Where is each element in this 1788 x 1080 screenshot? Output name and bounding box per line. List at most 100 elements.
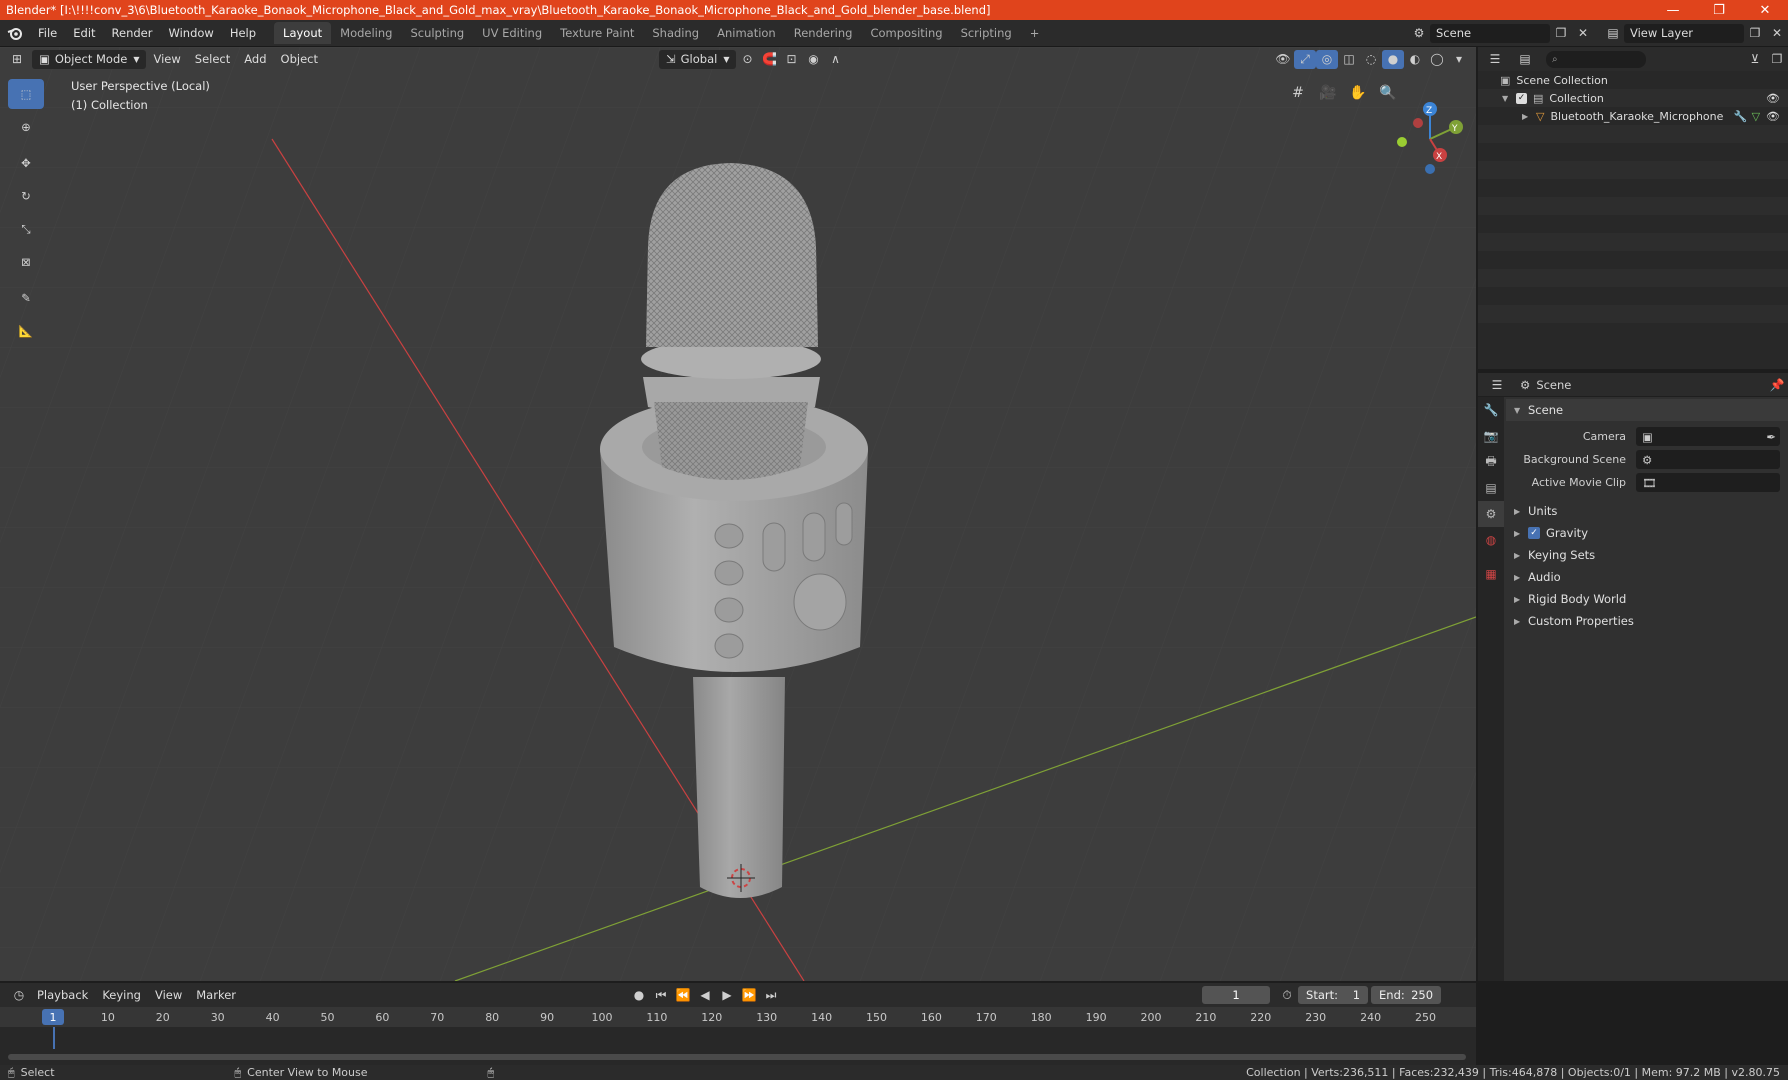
gravity-panel-header[interactable]: ▶ ✓ Gravity bbox=[1506, 522, 1788, 544]
current-frame-field[interactable]: 1 bbox=[1202, 986, 1271, 1004]
timeline-scrollbar[interactable] bbox=[8, 1054, 1466, 1060]
zoom-view-icon[interactable]: 🔍 bbox=[1375, 80, 1401, 106]
xray-toggle-icon[interactable]: ◫ bbox=[1338, 50, 1360, 69]
menu-object[interactable]: Object bbox=[274, 52, 325, 66]
minimize-button[interactable]: — bbox=[1650, 0, 1696, 20]
scene-selector[interactable]: Scene bbox=[1430, 23, 1550, 43]
select-box-tool-icon[interactable]: ⬚ bbox=[8, 79, 44, 109]
scale-tool-icon[interactable]: ⤡ bbox=[8, 214, 44, 244]
properties-editor-type-icon[interactable]: ☰ bbox=[1486, 375, 1508, 394]
scene-tab-icon[interactable]: ⚙ bbox=[1478, 501, 1504, 527]
toggle-grid-view-icon[interactable]: # bbox=[1285, 80, 1311, 106]
measure-tool-icon[interactable]: 📐 bbox=[8, 316, 44, 346]
view-layer-tab-icon[interactable]: ▤ bbox=[1478, 475, 1504, 501]
object-mode-dropdown[interactable]: ▣ Object Mode ▼ bbox=[32, 49, 147, 69]
move-tool-icon[interactable]: ✥ bbox=[8, 148, 44, 178]
tab-texture-paint[interactable]: Texture Paint bbox=[551, 22, 643, 44]
scene-panel-header[interactable]: ▼ Scene bbox=[1506, 399, 1788, 421]
outliner-row-collection[interactable]: ▼ ✓ ▤ Collection 👁 bbox=[1478, 89, 1788, 107]
end-frame-field[interactable]: End: 250 bbox=[1371, 986, 1442, 1004]
tab-modeling[interactable]: Modeling bbox=[331, 22, 401, 44]
menu-view[interactable]: View bbox=[148, 988, 189, 1002]
view-layer-selector[interactable]: View Layer bbox=[1624, 23, 1744, 43]
eye-icon[interactable]: 👁 bbox=[1766, 92, 1780, 105]
shading-options-icon[interactable]: ▾ bbox=[1448, 50, 1470, 69]
menu-marker[interactable]: Marker bbox=[189, 988, 243, 1002]
play-icon[interactable]: ▶ bbox=[716, 986, 738, 1005]
world-tab-icon[interactable]: ◍ bbox=[1478, 527, 1504, 553]
snap-icon[interactable]: 🧲 bbox=[758, 50, 780, 69]
new-collection-icon[interactable]: ❐ bbox=[1766, 50, 1788, 69]
new-scene-icon[interactable]: ❐ bbox=[1550, 24, 1572, 43]
expand-arrow-icon[interactable]: ▼ bbox=[1502, 94, 1516, 103]
jump-end-icon[interactable]: ⏭ bbox=[760, 986, 782, 1005]
tab-rendering[interactable]: Rendering bbox=[785, 22, 862, 44]
falloff-icon[interactable]: ∧ bbox=[824, 50, 846, 69]
menu-playback[interactable]: Playback bbox=[30, 988, 95, 1002]
restore-button[interactable]: ❐ bbox=[1696, 0, 1742, 20]
timeline-editor-type-icon[interactable]: ◷ bbox=[8, 986, 30, 1005]
collection-checkbox[interactable]: ✓ bbox=[1516, 92, 1527, 104]
menu-render[interactable]: Render bbox=[104, 26, 161, 40]
tool-settings-tab-icon[interactable]: 🔧 bbox=[1478, 397, 1504, 423]
mesh-data-icon[interactable]: ▽ bbox=[1752, 110, 1760, 123]
transform-orientation-dropdown[interactable]: ⇲ Global ▼ bbox=[659, 49, 737, 69]
add-workspace-button[interactable]: + bbox=[1021, 22, 1049, 44]
tab-uv-editing[interactable]: UV Editing bbox=[473, 22, 551, 44]
eye-icon[interactable]: 👁 bbox=[1766, 110, 1780, 123]
transform-tool-icon[interactable]: ⊠ bbox=[8, 247, 44, 277]
material-shading-icon[interactable]: ◐ bbox=[1404, 50, 1426, 69]
preview-range-icon[interactable]: ⏱ bbox=[1276, 986, 1298, 1005]
next-keyframe-icon[interactable]: ⏩ bbox=[738, 986, 760, 1005]
audio-panel-header[interactable]: ▶ Audio bbox=[1506, 566, 1788, 588]
overlay-toggle-icon[interactable]: ◎ bbox=[1316, 49, 1338, 69]
play-reverse-icon[interactable]: ◀ bbox=[694, 986, 716, 1005]
wireframe-shading-icon[interactable]: ◌ bbox=[1360, 50, 1382, 69]
3d-viewport[interactable]: Z Y X ⊞ ▣ Object Mode ▼ View Select Add … bbox=[0, 47, 1476, 981]
visibility-icon[interactable]: 👁 bbox=[1272, 50, 1294, 69]
tab-layout[interactable]: Layout bbox=[274, 22, 332, 44]
jump-start-icon[interactable]: ⏮ bbox=[650, 986, 672, 1005]
rendered-shading-icon[interactable]: ◯ bbox=[1426, 50, 1448, 69]
start-frame-field[interactable]: Start: 1 bbox=[1298, 986, 1369, 1004]
record-icon[interactable]: ● bbox=[628, 986, 650, 1005]
rigid-body-world-panel-header[interactable]: ▶ Rigid Body World bbox=[1506, 588, 1788, 610]
snap-target-icon[interactable]: ⊡ bbox=[780, 50, 802, 69]
outliner-search-input[interactable]: ⌕ bbox=[1546, 50, 1646, 68]
close-button[interactable]: ✕ bbox=[1742, 0, 1788, 20]
output-tab-icon[interactable]: 🖶 bbox=[1478, 449, 1504, 475]
gizmo-toggle-icon[interactable]: ⤢ bbox=[1294, 49, 1316, 69]
menu-add[interactable]: Add bbox=[237, 52, 273, 66]
tab-scripting[interactable]: Scripting bbox=[952, 22, 1021, 44]
menu-edit[interactable]: Edit bbox=[65, 26, 103, 40]
remove-scene-icon[interactable]: ✕ bbox=[1572, 24, 1594, 43]
menu-window[interactable]: Window bbox=[160, 26, 221, 40]
rotate-tool-icon[interactable]: ↻ bbox=[8, 181, 44, 211]
menu-file[interactable]: File bbox=[30, 26, 65, 40]
pivot-point-icon[interactable]: ⊙ bbox=[736, 50, 758, 69]
custom-properties-panel-header[interactable]: ▶ Custom Properties bbox=[1506, 610, 1788, 632]
camera-field[interactable]: ▣ ✒ bbox=[1636, 427, 1780, 446]
filter-icon[interactable]: ⊻ bbox=[1744, 50, 1766, 69]
tab-animation[interactable]: Animation bbox=[708, 22, 785, 44]
menu-view[interactable]: View bbox=[146, 52, 187, 66]
timeline-ruler[interactable]: 1 10 20 30 40 50 60 70 80 90 100 110 120 130 140 150 160… bbox=[0, 1007, 1476, 1027]
solid-shading-icon[interactable]: ● bbox=[1382, 49, 1404, 69]
cursor-tool-icon[interactable]: ⊕ bbox=[8, 112, 44, 142]
menu-help[interactable]: Help bbox=[222, 26, 264, 40]
pan-view-icon[interactable]: ✋ bbox=[1345, 80, 1371, 106]
outliner-row-scene-collection[interactable]: ▣ Scene Collection bbox=[1478, 71, 1788, 89]
pin-icon[interactable]: 📌 bbox=[1766, 375, 1788, 394]
display-mode-icon[interactable]: ▤ bbox=[1514, 50, 1536, 69]
modifier-icon[interactable]: 🔧 bbox=[1734, 110, 1748, 123]
tab-sculpting[interactable]: Sculpting bbox=[401, 22, 473, 44]
outliner-editor-type-icon[interactable]: ☰ bbox=[1484, 50, 1506, 69]
timeline-tracks[interactable] bbox=[0, 1027, 1476, 1065]
background-scene-field[interactable]: ⚙ bbox=[1636, 450, 1780, 469]
outliner-row-object[interactable]: ▶ ▽ Bluetooth_Karaoke_Microphone 🔧 ▽ 👁 bbox=[1478, 107, 1788, 125]
editor-type-icon[interactable]: ⊞ bbox=[6, 50, 28, 69]
prev-keyframe-icon[interactable]: ⏪ bbox=[672, 986, 694, 1005]
eyedropper-icon[interactable]: ✒ bbox=[1766, 430, 1776, 444]
texture-tab-icon[interactable]: ▦ bbox=[1478, 561, 1504, 587]
camera-view-icon[interactable]: 🎥 bbox=[1315, 80, 1341, 106]
